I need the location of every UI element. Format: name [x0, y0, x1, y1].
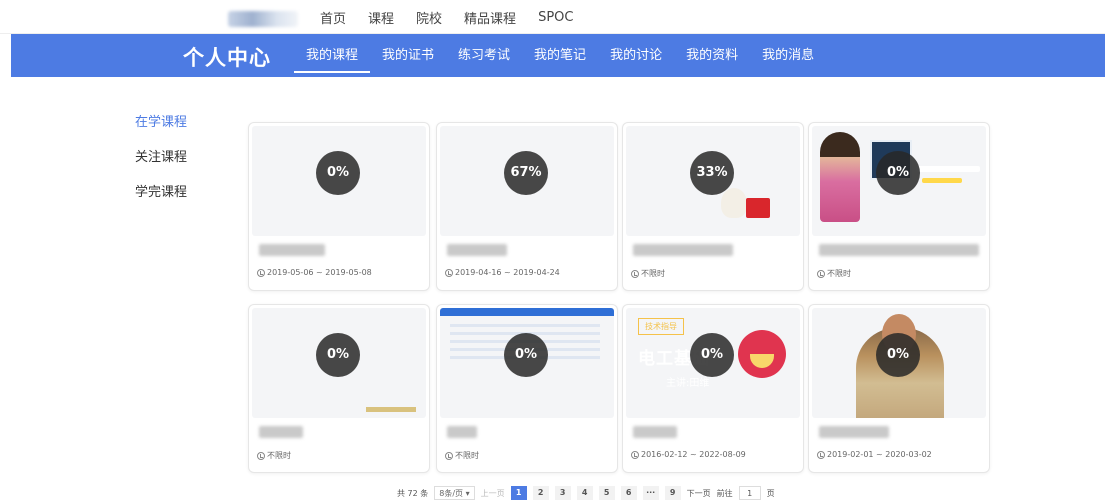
tab-my-messages[interactable]: 我的消息	[750, 34, 826, 77]
course-card[interactable]: 0% 2019-05-06 ~ 2019-05-08	[248, 122, 430, 291]
prev-page-button[interactable]: 上一页	[481, 488, 505, 499]
course-title[interactable]	[447, 426, 477, 438]
page-size-select[interactable]: 8条/页 ▾	[434, 486, 475, 500]
page-title: 个人中心	[183, 46, 271, 70]
course-date-text: 2019-02-01 ~ 2020-03-02	[827, 450, 932, 459]
course-date-text: 不限时	[455, 451, 479, 460]
course-date-text: 不限时	[827, 269, 851, 278]
progress-badge: 33%	[690, 151, 734, 195]
top-navigation: 首页 课程 院校 精品课程 SPOC	[0, 0, 1105, 34]
banner-subtext-graphic	[922, 178, 962, 183]
course-date-text: 不限时	[641, 269, 665, 278]
page-button[interactable]: 1	[510, 486, 527, 500]
page-button[interactable]: 6	[620, 486, 637, 500]
site-logo[interactable]	[228, 11, 298, 27]
gift-box	[746, 198, 770, 218]
page-button[interactable]: 9	[664, 486, 681, 500]
course-title[interactable]	[633, 426, 677, 438]
course-date-text: 不限时	[267, 451, 291, 460]
course-date: 不限时	[257, 450, 291, 461]
course-card[interactable]: 0% 不限时	[248, 304, 430, 473]
course-title[interactable]	[819, 426, 889, 438]
clock-icon	[817, 450, 825, 459]
next-page-button[interactable]: 下一页	[687, 488, 711, 499]
progress-badge: 67%	[504, 151, 548, 195]
clock-icon	[257, 451, 265, 460]
goto-unit: 页	[766, 488, 775, 498]
course-card[interactable]: 67% 2019-04-16 ~ 2019-04-24	[436, 122, 618, 291]
progress-badge: 0%	[876, 333, 920, 377]
teacher-figure	[820, 132, 860, 222]
page-button[interactable]: 5	[598, 486, 615, 500]
course-title[interactable]	[633, 244, 733, 256]
pagination: 共 72 条 8条/页 ▾ 上一页 1 2 3 4 5 6 ··· 9 下一页 …	[397, 486, 775, 500]
page-button[interactable]: 3	[554, 486, 571, 500]
bunny-figure	[721, 188, 747, 218]
thumbnail-subtitle: 主讲:田维	[666, 378, 710, 389]
sidebar-item-following[interactable]: 关注课程	[135, 150, 187, 185]
page-button[interactable]: 4	[576, 486, 593, 500]
course-card[interactable]: 0% 2019-02-01 ~ 2020-03-02	[808, 304, 990, 473]
more-pages-ellipsis[interactable]: ···	[642, 486, 659, 500]
course-date: 2016-02-12 ~ 2022-08-09	[631, 450, 746, 459]
tab-my-courses[interactable]: 我的课程	[294, 34, 371, 77]
course-card[interactable]: 技术指导 电工基础 主讲:田维 0% 2016-02-12 ~ 2022-08-…	[622, 304, 804, 473]
personal-center-header: 个人中心 我的课程 我的证书 练习考试 我的笔记 我的讨论 我的资料 我的消息	[11, 34, 1105, 77]
personal-center-tabs: 我的课程 我的证书 练习考试 我的笔记 我的讨论 我的资料 我的消息	[294, 34, 826, 77]
clock-icon	[257, 268, 265, 277]
sidebar-item-studying[interactable]: 在学课程	[135, 115, 187, 150]
tab-my-discussions[interactable]: 我的讨论	[598, 34, 674, 77]
clock-icon	[445, 268, 453, 277]
course-title[interactable]	[819, 244, 979, 256]
goto-label: 前往	[716, 488, 733, 498]
web-header-graphic	[440, 308, 614, 316]
course-card[interactable]: 0% 不限时	[808, 122, 990, 291]
clock-icon	[445, 451, 453, 460]
nav-link-schools[interactable]: 院校	[416, 8, 442, 27]
page-button[interactable]: 2	[532, 486, 549, 500]
course-date-text: 2019-04-16 ~ 2019-04-24	[455, 268, 560, 277]
progress-badge: 0%	[876, 151, 920, 195]
clock-icon	[631, 450, 639, 459]
tab-my-materials[interactable]: 我的资料	[674, 34, 750, 77]
clock-icon	[631, 269, 639, 278]
page-size-value: 8条/页	[439, 489, 464, 498]
sidebar-item-completed[interactable]: 学完课程	[135, 185, 187, 220]
course-card[interactable]: 33% 不限时	[622, 122, 804, 291]
course-date: 不限时	[817, 268, 851, 279]
course-card[interactable]: 0% 不限时	[436, 304, 618, 473]
banner-text-graphic	[916, 166, 980, 172]
goto-page-input[interactable]: 1	[738, 486, 761, 500]
course-date-text: 2019-05-06 ~ 2019-05-08	[267, 268, 372, 277]
tab-exercises-exams[interactable]: 练习考试	[446, 34, 522, 77]
chevron-down-icon: ▾	[465, 489, 470, 498]
progress-badge: 0%	[316, 333, 360, 377]
course-date: 2019-05-06 ~ 2019-05-08	[257, 268, 372, 277]
course-date: 不限时	[445, 450, 479, 461]
thumbnail-tag: 技术指导	[638, 318, 684, 335]
top-nav-links: 首页 课程 院校 精品课程 SPOC	[320, 0, 573, 34]
nav-link-home[interactable]: 首页	[320, 8, 346, 27]
tab-my-certificates[interactable]: 我的证书	[370, 34, 446, 77]
course-date: 2019-02-01 ~ 2020-03-02	[817, 450, 932, 459]
gold-stripe	[366, 407, 416, 412]
course-title[interactable]	[259, 244, 325, 256]
lamp-graphic	[738, 330, 786, 378]
course-filter-menu: 在学课程 关注课程 学完课程	[135, 115, 187, 220]
progress-badge: 0%	[690, 333, 734, 377]
course-date: 2019-04-16 ~ 2019-04-24	[445, 268, 560, 277]
nav-link-featured[interactable]: 精品课程	[464, 8, 516, 27]
nav-link-spoc[interactable]: SPOC	[538, 10, 573, 25]
course-title[interactable]	[447, 244, 507, 256]
clock-icon	[817, 269, 825, 278]
nav-link-courses[interactable]: 课程	[368, 8, 394, 27]
course-title[interactable]	[259, 426, 303, 438]
progress-badge: 0%	[504, 333, 548, 377]
course-date-text: 2016-02-12 ~ 2022-08-09	[641, 450, 746, 459]
progress-badge: 0%	[316, 151, 360, 195]
pagination-total: 共 72 条	[397, 488, 429, 498]
tab-my-notes[interactable]: 我的笔记	[522, 34, 598, 77]
course-date: 不限时	[631, 268, 665, 279]
